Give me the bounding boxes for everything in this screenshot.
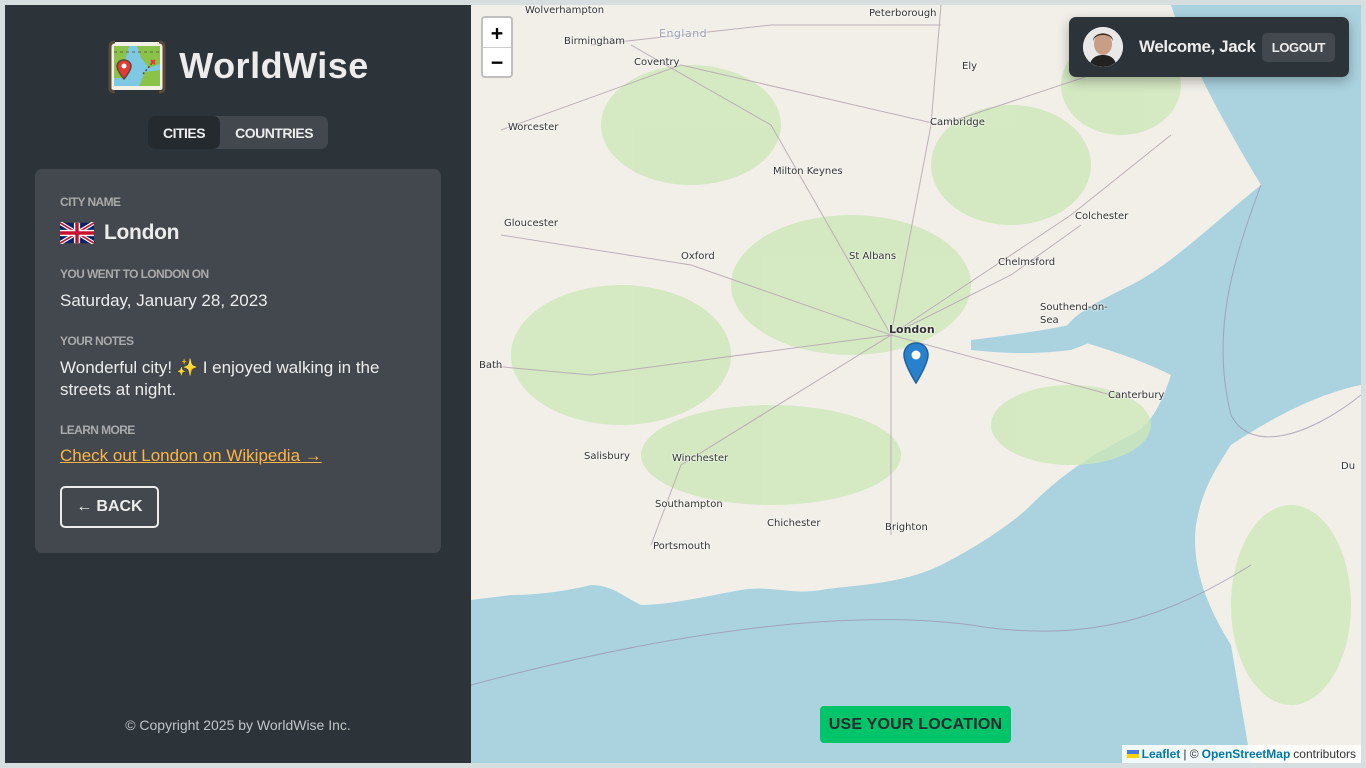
- map[interactable]: Wolverhampton Peterborough England Birmi…: [471, 5, 1361, 763]
- city-name: London: [104, 221, 180, 244]
- place-label: Du: [1341, 461, 1356, 472]
- learn-more-section: Learn more Check out London on Wikipedia…: [60, 423, 416, 466]
- zoom-out-button[interactable]: −: [483, 47, 511, 76]
- city-marker-icon[interactable]: [903, 342, 929, 384]
- capital-label: London: [889, 323, 935, 336]
- place-label: Brighton: [885, 522, 928, 533]
- osm-link[interactable]: OpenStreetMap: [1202, 747, 1291, 761]
- copyright: © Copyright 2025 by WorldWise Inc.: [125, 717, 351, 733]
- tab-countries[interactable]: Countries: [220, 116, 328, 149]
- place-label: Peterborough: [869, 8, 937, 19]
- place-label: Wolverhampton: [525, 5, 605, 16]
- region-label: England: [659, 27, 708, 40]
- place-label: Portsmouth: [653, 541, 711, 552]
- visit-date-section: You went to London on Saturday, January …: [60, 267, 416, 312]
- place-label: Cambridge: [930, 117, 985, 128]
- attribution-separator: | ©: [1183, 747, 1199, 761]
- city-heading: London: [60, 221, 416, 245]
- back-button[interactable]: ← BACK: [60, 486, 159, 528]
- learn-more-label: Learn more: [60, 423, 135, 437]
- place-label: Colchester: [1075, 211, 1129, 222]
- visit-date: Saturday, January 28, 2023: [60, 291, 268, 310]
- sidebar: WorldWise Cities Countries City name Lon…: [5, 5, 471, 763]
- app-root: WorldWise Cities Countries City name Lon…: [5, 5, 1361, 763]
- place-label: Winchester: [672, 453, 729, 464]
- city-details-card: City name London You went to London on S…: [35, 169, 441, 553]
- place-label: Chichester: [767, 518, 821, 529]
- notes-text: Wonderful city! ✨ I enjoyed walking in t…: [60, 358, 380, 399]
- place-label: Southampton: [655, 499, 723, 510]
- place-label: Birmingham: [564, 36, 625, 47]
- leaflet-link[interactable]: Leaflet: [1142, 747, 1181, 761]
- place-label: Southend-on-Sea: [1040, 302, 1108, 326]
- tab-cities[interactable]: Cities: [147, 116, 221, 149]
- visit-date-label: You went to London on: [60, 267, 209, 281]
- map-attribution: Leaflet | © OpenStreetMap contributors: [1121, 745, 1361, 763]
- map-tiles[interactable]: [471, 5, 1361, 763]
- zoom-in-button[interactable]: +: [483, 18, 511, 47]
- city-name-label: City name: [60, 195, 121, 209]
- zoom-control: + −: [481, 16, 513, 78]
- place-label: Milton Keynes: [773, 166, 843, 177]
- ukraine-flag-icon: [1126, 750, 1139, 758]
- notes-section: Your notes Wonderful city! ✨ I enjoyed w…: [60, 334, 416, 401]
- place-label: Worcester: [508, 122, 559, 133]
- user-avatar: [1083, 27, 1123, 67]
- back-arrow-icon: ←: [76, 498, 93, 515]
- attribution-suffix: contributors: [1293, 747, 1356, 761]
- use-location-button[interactable]: USE YOUR LOCATION: [820, 706, 1011, 743]
- place-label: Coventry: [634, 57, 680, 68]
- place-label: Oxford: [681, 251, 715, 262]
- place-label: Salisbury: [584, 451, 630, 462]
- place-label: Canterbury: [1108, 390, 1165, 401]
- place-label: Gloucester: [504, 218, 559, 229]
- app-name: WorldWise: [179, 45, 369, 86]
- gb-flag-icon: [60, 222, 94, 244]
- place-label: Bath: [479, 360, 503, 371]
- logout-button[interactable]: LOGOUT: [1261, 32, 1335, 62]
- place-label: Chelmsford: [998, 257, 1056, 268]
- user-panel: Welcome, Jack LOGOUT: [1069, 17, 1349, 77]
- city-country-tabs: Cities Countries: [147, 116, 329, 149]
- logo[interactable]: WorldWise: [107, 38, 369, 94]
- wikipedia-link[interactable]: Check out London on Wikipedia →: [60, 446, 322, 466]
- map-logo-icon: [108, 40, 166, 94]
- welcome-text: Welcome, Jack: [1139, 37, 1256, 56]
- place-label: Ely: [962, 61, 978, 72]
- notes-label: Your notes: [60, 334, 134, 348]
- back-button-label: BACK: [96, 498, 143, 515]
- place-label: St Albans: [849, 251, 897, 262]
